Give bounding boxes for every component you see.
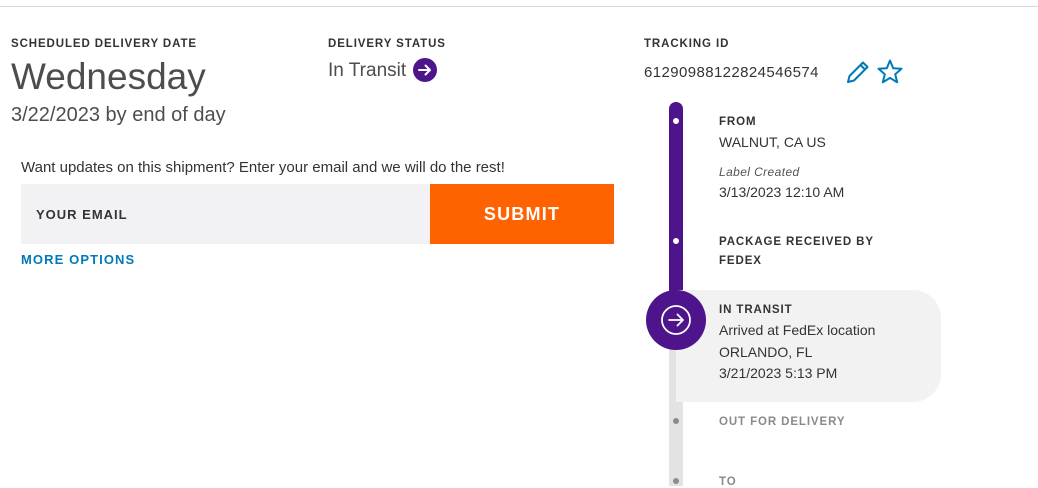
delivery-status-label: DELIVERY STATUS (328, 38, 446, 50)
delivery-status-value: In Transit (328, 60, 407, 81)
arrow-right-circle-icon (413, 58, 437, 82)
scheduled-delivery-label: SCHEDULED DELIVERY DATE (11, 38, 197, 50)
email-field[interactable] (21, 184, 430, 244)
out-for-delivery-label: OUT FOR DELIVERY (719, 416, 846, 428)
star-icon[interactable] (876, 58, 904, 86)
label-created-label: Label Created (719, 165, 800, 179)
timeline-dot-from (673, 118, 679, 124)
submit-button[interactable]: SUBMIT (430, 184, 614, 244)
package-received-label-line1: PACKAGE RECEIVED BY (719, 236, 874, 248)
arrow-right-circle-icon (646, 290, 706, 350)
tracking-id-label: TRACKING ID (644, 38, 730, 50)
current-status-location: ORLANDO, FL (719, 344, 813, 360)
pencil-icon[interactable] (844, 58, 872, 86)
from-location: WALNUT, CA US (719, 134, 826, 150)
updates-prompt: Want updates on this shipment? Enter you… (21, 159, 505, 176)
package-received-label-line2: FEDEX (719, 255, 762, 267)
delivery-day: Wednesday (11, 56, 206, 97)
delivery-date: 3/22/2023 by end of day (11, 104, 226, 126)
timeline-dot-received (673, 238, 679, 244)
to-label: TO (719, 476, 737, 488)
from-label: FROM (719, 116, 757, 128)
tracking-number: 61290988122824546574 (644, 64, 819, 81)
timeline-progress-bar (669, 102, 683, 320)
current-status-detail: Arrived at FedEx location (719, 322, 876, 338)
timeline-dot-to (673, 478, 679, 484)
timeline-dot-out-for-delivery (673, 418, 679, 424)
current-status-label: IN TRANSIT (719, 304, 793, 316)
label-created-time: 3/13/2023 12:10 AM (719, 184, 845, 200)
top-divider (0, 6, 1038, 7)
more-options-link[interactable]: MORE OPTIONS (21, 252, 135, 267)
current-status-time: 3/21/2023 5:13 PM (719, 365, 838, 381)
